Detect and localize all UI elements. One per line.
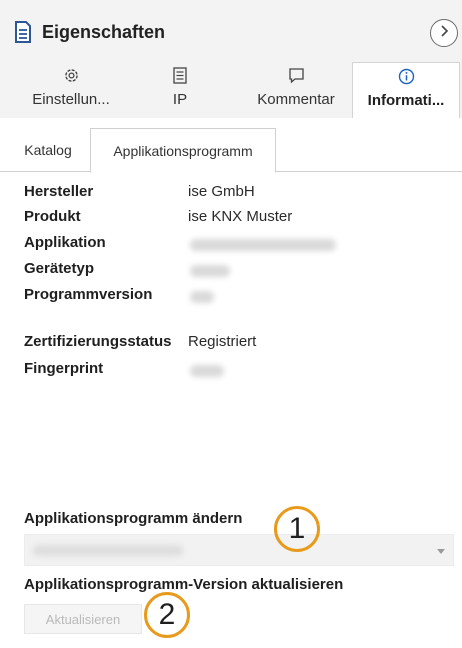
document-icon xyxy=(14,21,32,43)
panel-header: Eigenschaften xyxy=(14,18,165,46)
tab-einstellungen[interactable]: Einstellun... xyxy=(20,62,122,118)
main-tabs: Einstellun... IP Kommentar Informati... xyxy=(0,62,462,118)
update-button[interactable]: Aktualisieren xyxy=(24,604,142,634)
property-key: Zertifizierungsstatus xyxy=(24,333,172,350)
subtab-applikationsprogramm[interactable]: Applikationsprogramm xyxy=(90,128,276,173)
subtab-katalog[interactable]: Katalog xyxy=(8,128,88,172)
property-value: ise KNX Muster xyxy=(188,208,293,225)
callout-2: 2 xyxy=(144,592,190,638)
redacted-value xyxy=(190,265,230,277)
subtab-label: Katalog xyxy=(24,142,72,158)
panel-title: Eigenschaften xyxy=(42,21,166,42)
properties-panel: Eigenschaften Einstellun... IP Kommentar… xyxy=(0,0,462,648)
property-key: Fingerprint xyxy=(24,360,104,377)
update-version-label: Applikationsprogramm-Version aktualisier… xyxy=(24,576,344,593)
tab-label: Einstellun... xyxy=(32,91,110,108)
change-program-label: Applikationsprogramm ändern xyxy=(24,510,243,527)
chevron-down-icon xyxy=(437,549,445,554)
property-key: Programmversion xyxy=(24,286,153,303)
property-key: Hersteller xyxy=(24,183,94,200)
callout-1: 1 xyxy=(274,506,320,552)
gear-icon xyxy=(62,66,80,84)
subtab-label: Applikationsprogramm xyxy=(113,142,253,159)
info-icon xyxy=(397,67,415,85)
tab-ip[interactable]: IP xyxy=(140,62,220,118)
redacted-selected-value xyxy=(33,545,183,556)
tab-label: Kommentar xyxy=(257,91,335,108)
chevron-right-icon xyxy=(439,24,449,42)
redacted-value xyxy=(190,365,224,377)
tab-kommentar[interactable]: Kommentar xyxy=(246,62,346,118)
tab-label: Informati... xyxy=(367,92,445,109)
collapse-panel-button[interactable] xyxy=(430,19,458,47)
property-value: Registriert xyxy=(188,333,257,350)
tab-label: IP xyxy=(172,91,188,108)
application-program-select[interactable] xyxy=(24,534,454,566)
redacted-value xyxy=(190,291,214,303)
property-key: Applikation xyxy=(24,234,106,251)
redacted-value xyxy=(190,239,336,251)
tab-informationen[interactable]: Informati... xyxy=(352,62,460,118)
sub-tabs: Katalog Applikationsprogramm xyxy=(0,128,462,173)
comment-icon xyxy=(287,66,305,84)
list-icon xyxy=(171,66,189,84)
property-value: ise GmbH xyxy=(188,183,255,200)
property-key: Produkt xyxy=(24,208,81,225)
property-key: Gerätetyp xyxy=(24,260,95,277)
